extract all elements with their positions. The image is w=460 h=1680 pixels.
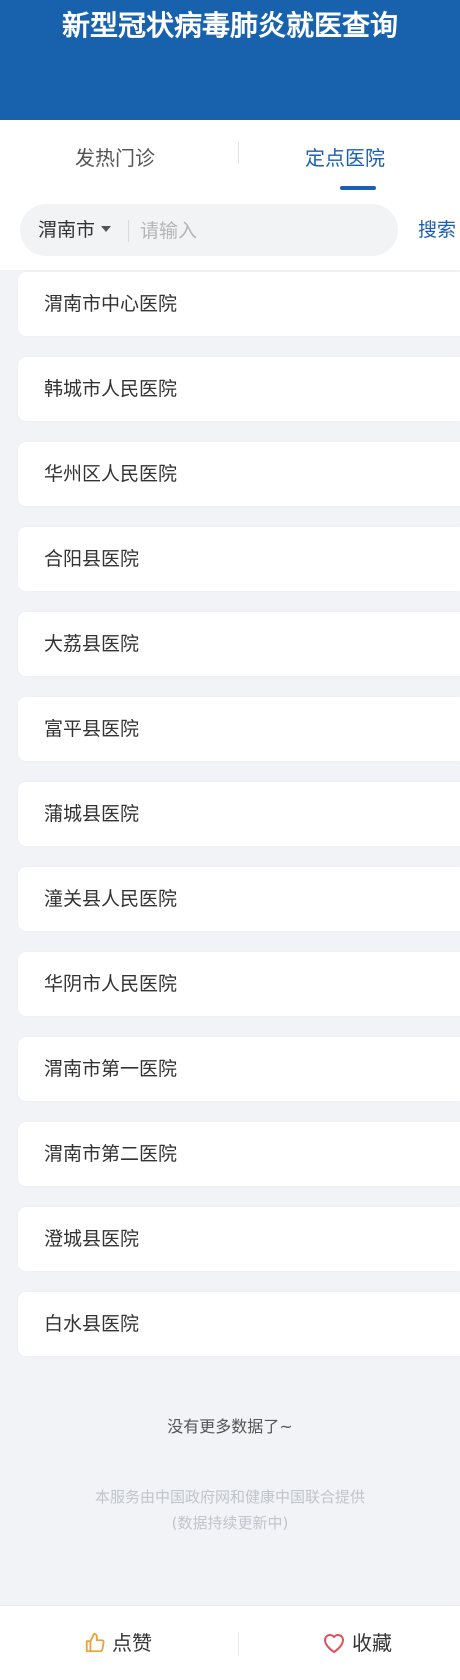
heart-icon bbox=[324, 1633, 344, 1653]
list-item[interactable]: 合阳县医院 bbox=[18, 527, 460, 591]
active-tab-indicator bbox=[340, 186, 376, 190]
search-bar: 渭南市 搜索 bbox=[0, 192, 460, 270]
hospital-name: 富平县医院 bbox=[44, 718, 140, 740]
tab-bar: 发热门诊 定点医院 bbox=[0, 120, 460, 192]
caret-down-icon bbox=[101, 225, 112, 232]
search-divider bbox=[128, 220, 129, 242]
hospital-name: 白水县医院 bbox=[44, 1313, 140, 1335]
list-item[interactable]: 华阴市人民医院 bbox=[18, 952, 460, 1016]
hospital-name: 华州区人民医院 bbox=[44, 463, 178, 485]
list-item[interactable]: 渭南市中心医院 bbox=[18, 272, 460, 336]
hospital-name: 韩城市人民医院 bbox=[44, 378, 178, 400]
bottom-action-bar: 点赞 收藏 bbox=[0, 1605, 460, 1680]
search-box: 渭南市 bbox=[20, 204, 398, 256]
hospital-name: 蒲城县医院 bbox=[44, 803, 140, 825]
bottom-divider bbox=[238, 1632, 239, 1656]
city-select[interactable]: 渭南市 bbox=[38, 204, 112, 256]
list-item[interactable]: 渭南市第二医院 bbox=[18, 1122, 460, 1186]
hospital-name: 渭南市中心医院 bbox=[44, 293, 178, 315]
like-label: 点赞 bbox=[112, 1631, 152, 1655]
hospital-name: 渭南市第二医院 bbox=[44, 1143, 178, 1165]
hospital-name: 合阳县医院 bbox=[44, 548, 140, 570]
thumbs-up-icon bbox=[85, 1632, 105, 1652]
list-item[interactable]: 大荔县医院 bbox=[18, 612, 460, 676]
footer-note-line2: (数据持续更新中) bbox=[171, 1514, 289, 1532]
no-more-data-text: 没有更多数据了~ bbox=[167, 1417, 293, 1436]
hospital-list: 渭南市中心医院 韩城市人民医院 华州区人民医院 合阳县医院 大荔县医院 富平县医… bbox=[18, 272, 460, 1377]
list-item[interactable]: 蒲城县医院 bbox=[18, 782, 460, 846]
list-item[interactable]: 富平县医院 bbox=[18, 697, 460, 761]
like-button[interactable]: 点赞 bbox=[84, 1606, 152, 1680]
list-item[interactable]: 潼关县人民医院 bbox=[18, 867, 460, 931]
city-select-label: 渭南市 bbox=[38, 219, 96, 241]
page-title: 新型冠状病毒肺炎就医查询 bbox=[61, 9, 398, 42]
tab-fever-clinic[interactable]: 发热门诊 bbox=[0, 120, 230, 192]
search-button[interactable]: 搜索 bbox=[418, 216, 456, 244]
tab-designated-hospital[interactable]: 定点医院 bbox=[230, 120, 460, 192]
page-header: 新型冠状病毒肺炎就医查询 bbox=[0, 0, 460, 120]
hospital-name: 澄城县医院 bbox=[44, 1228, 140, 1250]
list-item[interactable]: 澄城县医院 bbox=[18, 1207, 460, 1271]
list-item[interactable]: 韩城市人民医院 bbox=[18, 357, 460, 421]
list-item[interactable]: 渭南市第一医院 bbox=[18, 1037, 460, 1101]
list-item[interactable]: 华州区人民医院 bbox=[18, 442, 460, 506]
favorite-button[interactable]: 收藏 bbox=[322, 1606, 392, 1680]
hospital-name: 华阴市人民医院 bbox=[44, 973, 178, 995]
footer-note: 本服务由中国政府网和健康中国联合提供 (数据持续更新中) bbox=[0, 1484, 460, 1536]
hospital-name: 渭南市第一医院 bbox=[44, 1058, 178, 1080]
favorite-label: 收藏 bbox=[352, 1631, 392, 1655]
hospital-name: 潼关县人民医院 bbox=[44, 888, 178, 910]
search-input[interactable] bbox=[138, 212, 382, 250]
footer-note-line1: 本服务由中国政府网和健康中国联合提供 bbox=[94, 1488, 365, 1506]
hospital-name: 大荔县医院 bbox=[44, 633, 140, 655]
list-item[interactable]: 白水县医院 bbox=[18, 1292, 460, 1356]
